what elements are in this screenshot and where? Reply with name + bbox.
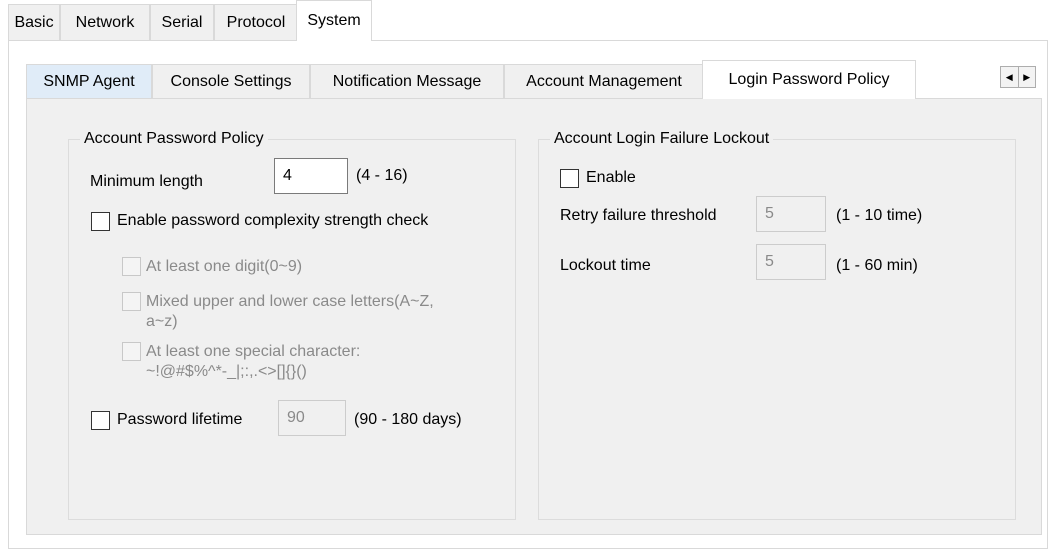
special-char-label-line2: ~!@#$%^*-_|;:,.<>[]{}() [146, 363, 307, 380]
special-char-checkbox[interactable] [122, 342, 141, 361]
tab-serial[interactable]: Serial [150, 4, 214, 40]
mixed-case-label-line1: Mixed upper and lower case letters(A~Z, [146, 293, 434, 310]
arrow-right-icon[interactable]: ▶ [1017, 67, 1036, 87]
tab-protocol[interactable]: Protocol [214, 4, 298, 40]
login-failure-lockout-title: Account Login Failure Lockout [550, 130, 774, 148]
retry-threshold-label: Retry failure threshold [560, 207, 717, 224]
lockout-time-input[interactable] [756, 244, 826, 280]
mixed-case-label-line2: a~z) [146, 313, 178, 330]
tab-console-settings[interactable]: Console Settings [152, 64, 310, 98]
lockout-time-range: (1 - 60 min) [836, 257, 918, 274]
complexity-check-label: Enable password complexity strength chec… [117, 212, 429, 229]
password-lifetime-range: (90 - 180 days) [354, 411, 462, 428]
complexity-check-checkbox[interactable] [91, 212, 110, 231]
tab-basic[interactable]: Basic [8, 4, 60, 40]
minimum-length-range: (4 - 16) [356, 167, 408, 184]
tab-login-password-policy[interactable]: Login Password Policy [702, 60, 916, 99]
tab-system[interactable]: System [296, 0, 372, 41]
arrow-left-icon[interactable]: ◀ [1001, 67, 1018, 87]
lockout-enable-label: Enable [586, 169, 636, 186]
digit-label: At least one digit(0~9) [146, 258, 303, 275]
tab-network[interactable]: Network [60, 4, 150, 40]
digit-checkbox[interactable] [122, 257, 141, 276]
retry-threshold-range: (1 - 10 time) [836, 207, 923, 224]
tab-notification-message[interactable]: Notification Message [310, 64, 504, 98]
minimum-length-input[interactable] [274, 158, 348, 194]
tab-scroll-buttons: ◀ ▶ [1000, 66, 1036, 88]
password-lifetime-label: Password lifetime [117, 411, 243, 428]
mixed-case-checkbox[interactable] [122, 292, 141, 311]
tab-snmp-agent[interactable]: SNMP Agent [26, 64, 152, 98]
password-lifetime-input[interactable] [278, 400, 346, 436]
retry-threshold-input[interactable] [756, 196, 826, 232]
minimum-length-label: Minimum length [90, 173, 203, 190]
tab-account-management[interactable]: Account Management [504, 64, 704, 98]
lockout-enable-checkbox[interactable] [560, 169, 579, 188]
password-lifetime-checkbox[interactable] [91, 411, 110, 430]
special-char-label-line1: At least one special character: [146, 343, 361, 360]
account-password-policy-group [68, 139, 516, 520]
lockout-time-label: Lockout time [560, 257, 651, 274]
account-password-policy-title: Account Password Policy [80, 130, 268, 148]
